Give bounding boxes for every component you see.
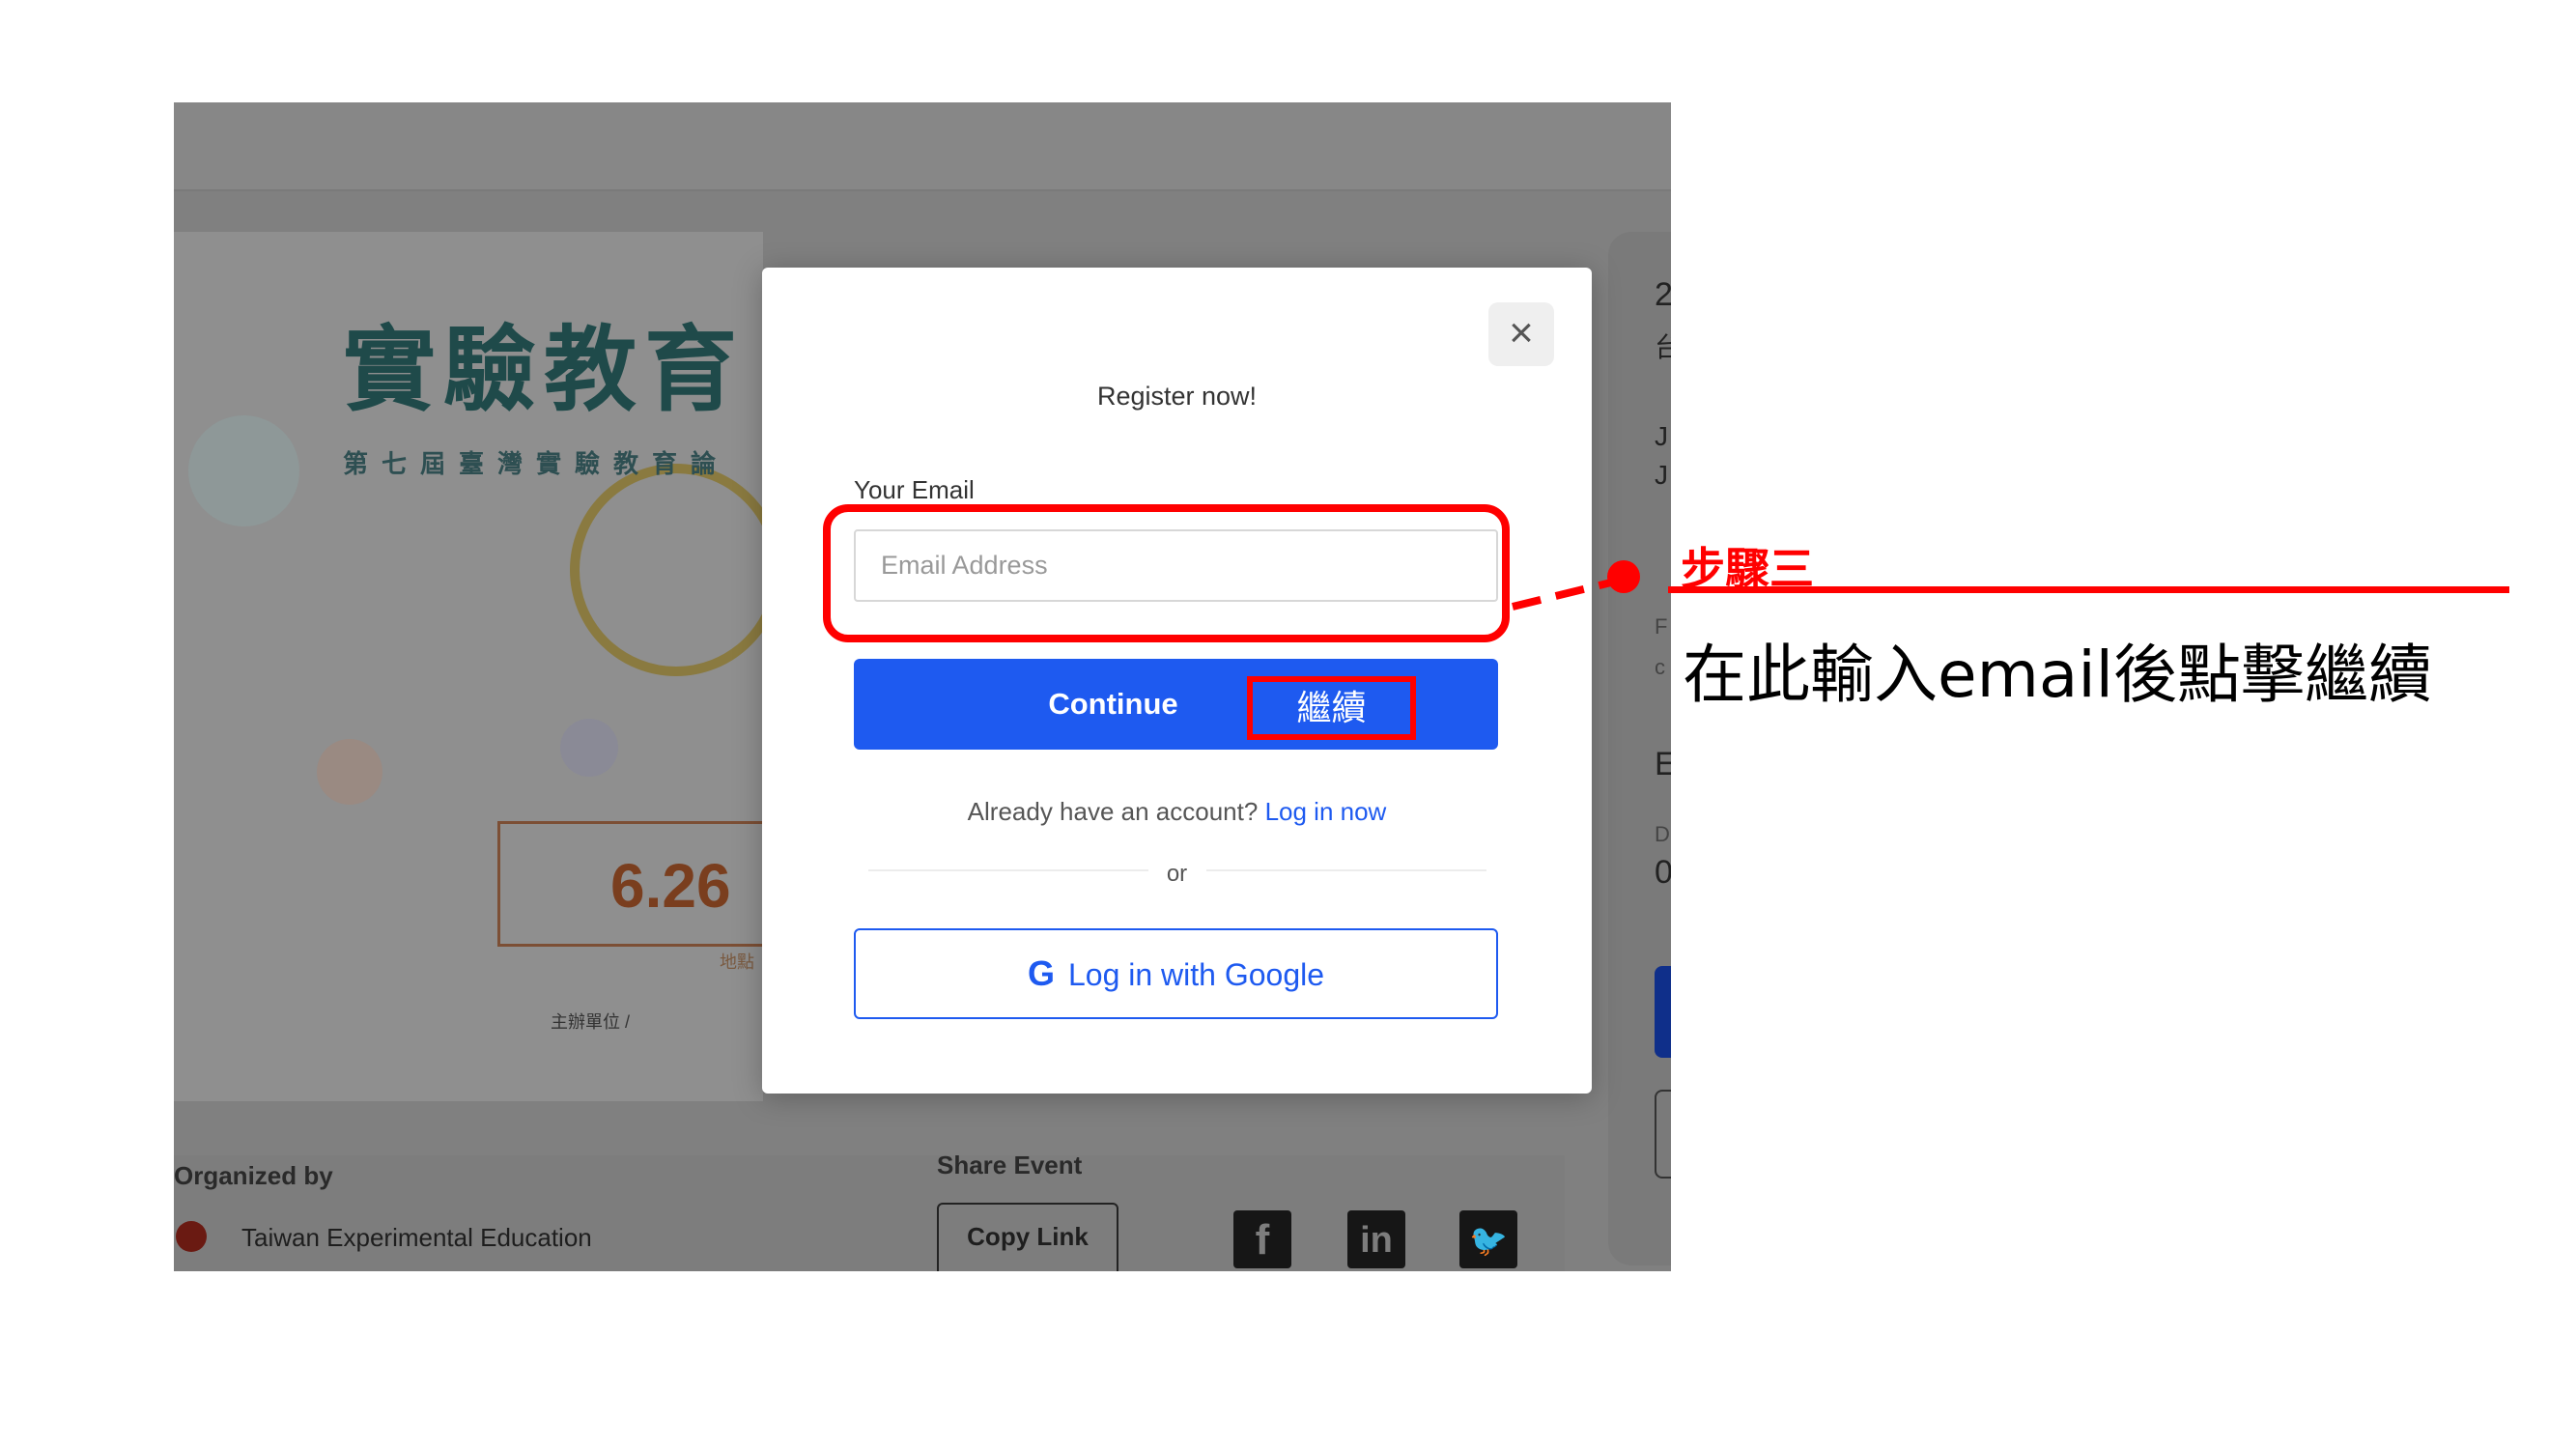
modal-title: Register now!	[1096, 382, 1258, 411]
poster-title: 實驗教育	[343, 315, 745, 424]
email-highlight-box	[823, 504, 1510, 642]
poster-rings	[570, 464, 782, 676]
share-event-label: Share Event	[937, 1151, 1083, 1179]
panel-text: c	[1655, 655, 1665, 679]
twitter-icon[interactable]: 🐦	[1459, 1210, 1517, 1268]
top-navbar	[174, 102, 1671, 191]
login-prompt: Already have an account? Log in now	[762, 797, 1592, 827]
already-text: Already have an account?	[967, 797, 1259, 826]
instruction-text: 在此輸入email後點擊繼續	[1683, 638, 2433, 712]
poster-location: 地點	[720, 952, 754, 972]
organized-by-label: Organized by	[174, 1161, 333, 1190]
panel-text: F	[1655, 614, 1668, 639]
panel-text: D	[1655, 822, 1670, 846]
dashed-line	[1512, 578, 1616, 611]
google-icon: G	[1027, 953, 1055, 993]
login-link[interactable]: Log in now	[1265, 797, 1387, 826]
close-icon[interactable]: ×	[1488, 302, 1554, 366]
annotation-connector	[1512, 578, 1616, 611]
poster-decoration	[560, 719, 618, 777]
panel-text: E	[1655, 746, 1671, 782]
poster-date: 6.26	[610, 851, 731, 921]
poster-decoration	[317, 739, 382, 805]
panel-text: J	[1655, 460, 1668, 490]
continue-label: Continue	[1048, 687, 1178, 721]
facebook-icon[interactable]: f	[1233, 1210, 1291, 1268]
copy-link-button[interactable]: Copy Link	[937, 1203, 1118, 1271]
linkedin-icon[interactable]: in	[1347, 1210, 1405, 1268]
continue-cn-label: 繼續	[1247, 676, 1416, 740]
divider-or: or	[1166, 861, 1188, 887]
email-label: Your Email	[854, 475, 975, 504]
panel-text: 0	[1655, 854, 1671, 891]
poster-organizer: 主辦單位 /	[551, 1012, 631, 1032]
panel-text: 台	[1655, 332, 1671, 362]
google-label: Log in with Google	[1067, 957, 1325, 992]
annotation-underline	[1668, 586, 2509, 593]
secondary-button[interactable]	[1655, 1090, 1671, 1179]
google-login-button[interactable]: G Log in with Google	[854, 928, 1498, 1019]
panel-text: 2	[1655, 276, 1671, 313]
register-modal: × Register now! Your Email Email Address…	[762, 268, 1592, 1094]
register-button[interactable]	[1655, 966, 1671, 1058]
poster-subtitle: 第七屆臺灣實驗教育論	[343, 449, 730, 478]
panel-text: J	[1655, 421, 1668, 451]
annotation-dot	[1607, 560, 1640, 593]
organizer-name[interactable]: Taiwan Experimental Education	[241, 1223, 592, 1253]
event-poster: 實驗教育 第七屆臺灣實驗教育論 6.26 地點 主辦單位 /	[174, 232, 787, 1101]
poster-decoration	[188, 415, 299, 526]
organizer-logo	[176, 1221, 207, 1252]
